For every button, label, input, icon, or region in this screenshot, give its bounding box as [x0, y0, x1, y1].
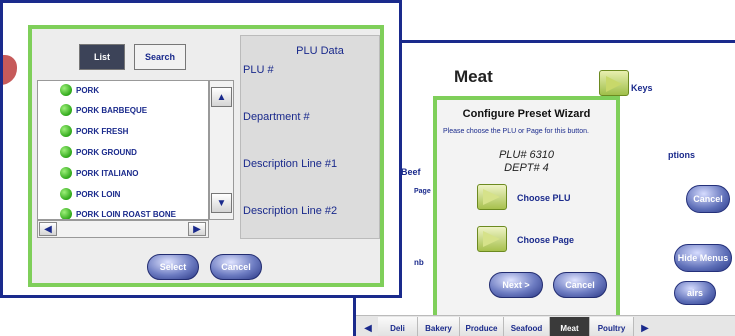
- choose-plu-label[interactable]: Choose PLU: [517, 193, 571, 203]
- keys-button[interactable]: [599, 70, 629, 96]
- meat-screen: Meat Keys Beef Page nb ptions Cancel Hid…: [353, 40, 735, 336]
- airs-button[interactable]: airs: [674, 281, 716, 305]
- scroll-left-icon[interactable]: ◀: [39, 222, 57, 236]
- configure-preset-wizard: Configure Preset Wizard Please choose th…: [433, 96, 620, 336]
- tab-label: Search: [144, 52, 176, 62]
- list-item-label: PORK LOIN: [76, 189, 121, 199]
- list-item-label: PORK FRESH: [76, 126, 129, 136]
- options-label[interactable]: ptions: [668, 150, 695, 160]
- tab-label: Poultry: [597, 323, 626, 333]
- cancel-label: Cancel: [693, 194, 723, 204]
- arrow-icon: [483, 231, 500, 247]
- stage: Meat Keys Beef Page nb ptions Cancel Hid…: [0, 0, 735, 336]
- tab-search[interactable]: Search: [134, 44, 186, 70]
- tab-label: Meat: [560, 323, 579, 333]
- status-dot-icon: [60, 84, 72, 96]
- tab-seafood[interactable]: Seafood: [504, 317, 550, 336]
- choose-plu-button[interactable]: [477, 184, 507, 210]
- tab-label: Produce: [465, 323, 498, 333]
- list-item[interactable]: PORK BARBEQUE: [60, 102, 148, 118]
- cancel-label: Cancel: [221, 262, 251, 272]
- chevron-left-icon[interactable]: ◀: [359, 317, 377, 336]
- status-dot-icon: [60, 188, 72, 200]
- cancel-button[interactable]: Cancel: [210, 254, 262, 280]
- plu-number-label: PLU #: [243, 64, 274, 76]
- nb-label: nb: [414, 258, 424, 267]
- hide-menus-label: Hide Menus: [677, 253, 729, 263]
- meat-image: [3, 55, 17, 85]
- tab-produce[interactable]: Produce: [460, 317, 504, 336]
- tab-deli[interactable]: Deli: [378, 317, 418, 336]
- status-dot-icon: [60, 167, 72, 179]
- beef-label[interactable]: Beef: [401, 167, 421, 177]
- list-item[interactable]: PORK FRESH: [60, 123, 129, 139]
- horizontal-scrollbar[interactable]: ◀ ▶: [37, 220, 209, 238]
- list-item-label: PORK BARBEQUE: [76, 105, 148, 115]
- status-dot-icon: [60, 146, 72, 158]
- department-label: Department #: [243, 111, 310, 123]
- scroll-right-icon[interactable]: ▶: [188, 222, 206, 236]
- plu-data-title: PLU Data: [296, 45, 344, 57]
- scroll-down-icon[interactable]: ▼: [211, 193, 232, 213]
- page-label[interactable]: Page: [414, 188, 431, 195]
- cancel-button[interactable]: Cancel: [686, 185, 730, 213]
- choose-page-label[interactable]: Choose Page: [517, 235, 574, 245]
- list-item[interactable]: PORK: [60, 82, 100, 98]
- plu-number: PLU# 6310: [498, 149, 555, 161]
- description-line-2-label: Description Line #2: [243, 205, 338, 217]
- arrow-icon: [483, 189, 500, 205]
- hide-menus-button[interactable]: Hide Menus: [674, 244, 732, 272]
- scroll-up-icon[interactable]: ▲: [211, 87, 232, 107]
- plu-select-dialog: List Search PORK PORK BARBEQUE PORK FRES…: [28, 25, 384, 287]
- status-dot-icon: [60, 104, 72, 116]
- dept-number: DEPT# 4: [504, 162, 549, 174]
- keys-label: Keys: [631, 83, 653, 93]
- chevron-right-icon[interactable]: ▶: [636, 317, 654, 336]
- description-line-1-label: Description Line #1: [243, 158, 338, 170]
- status-dot-icon: [60, 125, 72, 137]
- category-tab-bar: ◀ Deli Bakery Produce Seafood Meat Poult…: [356, 315, 735, 336]
- wizard-instruction: Please choose the PLU or Page for this b…: [443, 128, 589, 135]
- tab-label: Deli: [390, 323, 405, 333]
- tab-label: List: [93, 52, 110, 62]
- wizard-cancel-label: Cancel: [565, 280, 595, 290]
- plu-screen: List Search PORK PORK BARBEQUE PORK FRES…: [0, 0, 402, 298]
- select-label: Select: [159, 262, 187, 272]
- plu-data-panel: PLU Data PLU # Department # Description …: [240, 35, 380, 239]
- vertical-scrollbar[interactable]: ▲ ▼: [209, 80, 234, 220]
- tab-poultry[interactable]: Poultry: [590, 317, 634, 336]
- tab-meat[interactable]: Meat: [550, 317, 590, 336]
- list-item-label: PORK: [76, 85, 100, 95]
- list-item[interactable]: PORK ITALIANO: [60, 165, 139, 181]
- list-item[interactable]: PORK LOIN: [60, 186, 121, 202]
- choose-page-button[interactable]: [477, 226, 507, 252]
- list-item-label: PORK ITALIANO: [76, 168, 139, 178]
- plu-list: PORK PORK BARBEQUE PORK FRESH PORK GROUN…: [37, 80, 209, 220]
- wizard-cancel-button[interactable]: Cancel: [553, 272, 607, 298]
- list-item[interactable]: PORK GROUND: [60, 144, 137, 160]
- page-title: Meat: [454, 67, 493, 86]
- list-item-label: PORK LOIN ROAST BONE: [76, 209, 177, 219]
- arrow-icon: [606, 76, 622, 92]
- status-dot-icon: [60, 208, 72, 219]
- next-button[interactable]: Next >: [489, 272, 543, 298]
- airs-label: airs: [686, 288, 703, 298]
- select-button[interactable]: Select: [147, 254, 199, 280]
- tab-bakery[interactable]: Bakery: [418, 317, 460, 336]
- tab-list[interactable]: List: [79, 44, 125, 70]
- wizard-title: Configure Preset Wizard: [462, 108, 591, 120]
- next-label: Next >: [502, 280, 530, 290]
- tab-label: Seafood: [510, 323, 543, 333]
- list-item-label: PORK GROUND: [76, 147, 137, 157]
- tab-label: Bakery: [425, 323, 452, 333]
- list-item[interactable]: PORK LOIN ROAST BONE: [60, 206, 177, 219]
